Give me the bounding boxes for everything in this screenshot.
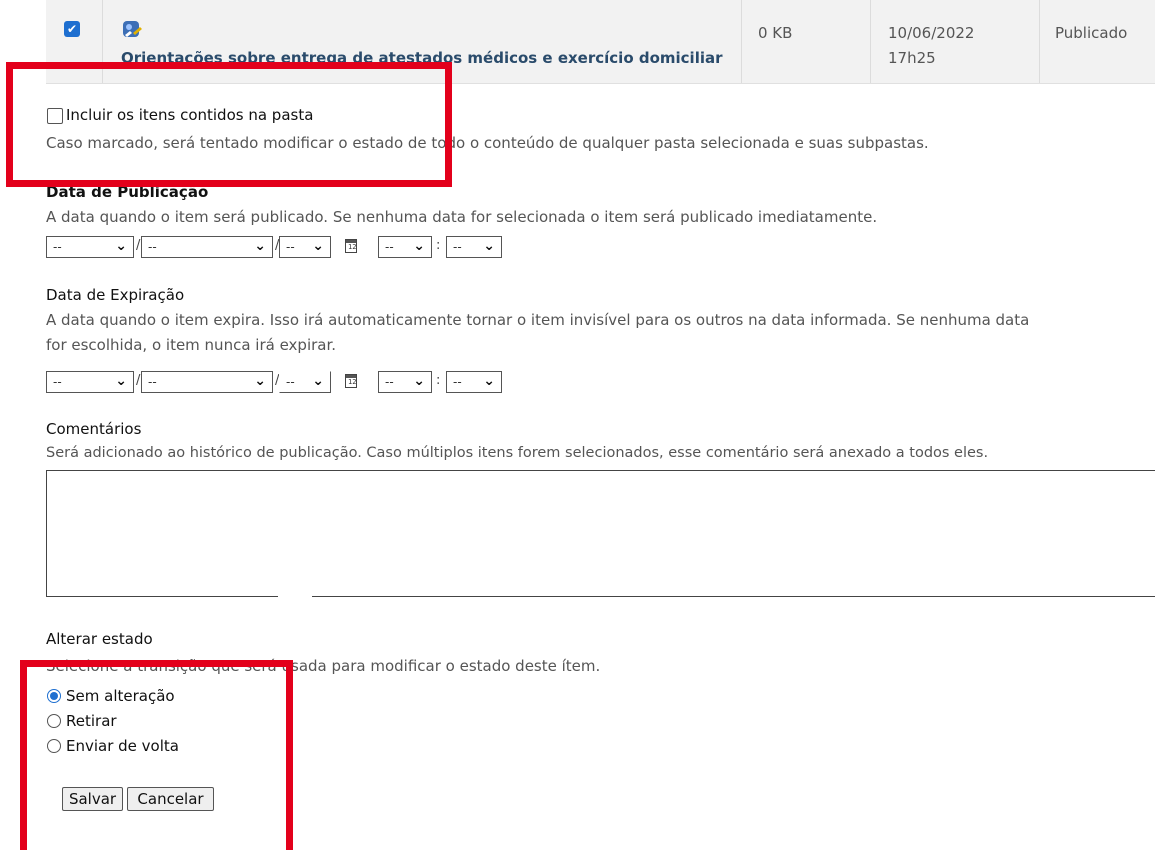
- date-separator: /: [136, 238, 141, 253]
- calendar-icon[interactable]: 12: [345, 374, 357, 388]
- publication-minute-select[interactable]: -- ⌄: [446, 236, 502, 258]
- modified-time: 17h25: [888, 49, 936, 67]
- change-state-label: Alterar estado: [46, 630, 153, 648]
- expiration-date-label: Data de Expiração: [46, 286, 185, 304]
- publication-day-select[interactable]: -- ⌄: [46, 236, 134, 258]
- expiration-date-help-continued: for escolhida, o item nunca irá expirar.: [46, 336, 337, 354]
- expiration-date-help: A data quando o item expira. Isso irá au…: [46, 311, 1030, 329]
- review-status: Publicado: [1055, 24, 1128, 42]
- publication-month-select[interactable]: -- ⌄: [141, 236, 273, 258]
- expiration-month-select[interactable]: -- ⌄: [141, 371, 273, 393]
- publication-year-select[interactable]: -- ⌄: [279, 236, 331, 258]
- expiration-hour-select[interactable]: -- ⌄: [378, 371, 432, 393]
- document-icon: [123, 21, 142, 37]
- publication-date-help: A data quando o item será publicado. Se …: [46, 208, 878, 226]
- expiration-year-select[interactable]: -- ⌄: [279, 371, 331, 393]
- cell-divider: [741, 0, 742, 83]
- highlight-box-include: [6, 62, 452, 187]
- time-separator: :: [436, 373, 441, 388]
- textarea-resize-gap: [278, 594, 312, 600]
- expiration-day-select[interactable]: -- ⌄: [46, 371, 134, 393]
- time-separator: :: [436, 238, 441, 253]
- publication-hour-select[interactable]: -- ⌄: [378, 236, 432, 258]
- row-select-checkbox[interactable]: ✔: [64, 21, 80, 37]
- calendar-icon[interactable]: 12: [345, 239, 357, 253]
- comments-textarea[interactable]: [46, 470, 1155, 597]
- cell-divider: [1039, 0, 1040, 83]
- date-separator: /: [136, 373, 141, 388]
- file-size: 0 KB: [758, 24, 793, 42]
- comments-help: Será adicionado ao histórico de publicaç…: [46, 445, 989, 461]
- cell-divider: [870, 0, 871, 83]
- highlight-box-state: [20, 660, 293, 850]
- expiration-minute-select[interactable]: -- ⌄: [446, 371, 502, 393]
- comments-label: Comentários: [46, 420, 142, 438]
- modified-date: 10/06/2022: [888, 24, 975, 42]
